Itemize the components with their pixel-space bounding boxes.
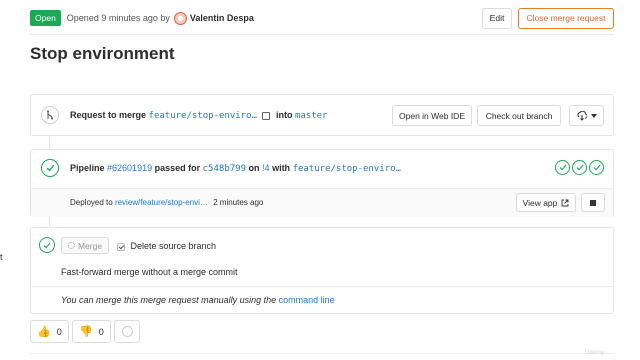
side-text-fragment: t [0,252,3,262]
view-app-label: View app [522,197,558,208]
deployed-to-text: Deployed to [70,198,113,207]
widget-connector [49,136,50,149]
manual-merge-text: You can merge this merge request manuall… [61,295,277,305]
deployment-row: Deployed to review/feature/stop-envi… 2 … [31,188,613,217]
external-link-icon [561,199,569,206]
thumbs-up-count: 0 [56,326,62,337]
pipeline-label: Pipeline [70,163,105,173]
deployment-line: Deployed to review/feature/stop-envi… 2 … [70,198,263,207]
view-app-button[interactable]: View app [516,193,576,212]
manual-merge-line: You can merge this merge request manuall… [61,295,335,305]
thumbs-down-award-button[interactable]: 👎 0 [72,320,111,343]
open-web-ide-button[interactable]: Open in Web IDE [392,105,472,126]
bottom-divider [30,353,614,354]
merge-status-icon [39,237,55,253]
thumbs-down-icon: 👎 [79,326,93,338]
download-icon [576,110,587,121]
commit-link[interactable]: c548b799 [203,164,246,174]
page-title: Stop environment [30,44,175,63]
header-divider [30,34,614,35]
chevron-down-icon [590,113,597,118]
pipeline-panel: Pipeline #62601919 passed for c548b799 o… [30,149,614,217]
merge-request-info-panel: Request to merge feature/stop-enviro… in… [30,94,614,136]
merge-button-label: Merge [77,240,103,251]
edit-button[interactable]: Edit [482,7,512,29]
pipeline-line: Pipeline #62601919 passed for c548b799 o… [70,163,401,174]
mr-header: Open Opened 9 minutes ago by Valentin De… [30,7,614,29]
copy-branch-icon[interactable] [262,111,271,120]
on-text: on [248,163,260,173]
stop-icon [590,199,596,206]
with-text: with [272,163,291,173]
status-badge: Open [30,10,61,26]
download-dropdown-button[interactable] [569,105,604,126]
opened-text: Opened 9 minutes ago by [66,13,170,23]
author-name[interactable]: Valentin Despa [190,13,254,23]
git-merge-icon [41,106,59,124]
stop-environment-button[interactable] [581,193,605,212]
pipeline-status-icon[interactable] [41,159,59,177]
thumbs-down-count: 0 [98,326,104,337]
pipeline-stage-2[interactable] [572,160,587,175]
merge-panel: Merge Delete source branch Fast-forward … [30,227,614,314]
pipeline-stage-1[interactable] [555,160,570,175]
merge-button[interactable]: Merge [61,237,109,254]
watermark: Udemy [585,350,605,356]
pipeline-branch-link[interactable]: feature/stop-enviro… [293,164,401,174]
into-text: into [275,110,293,120]
pipeline-id-link[interactable]: #62601919 [107,163,152,173]
widget-connector [49,217,50,227]
thumbs-up-icon: 👍 [37,326,51,338]
thumbs-up-award-button[interactable]: 👍 0 [30,320,69,343]
passed-for-text: passed for [154,163,201,173]
delete-source-label: Delete source branch [130,241,217,251]
close-merge-request-button[interactable]: Close merge request [518,7,614,29]
add-reaction-button[interactable] [114,320,140,343]
mr-ref-link[interactable]: !4 [262,163,270,173]
delete-source-checkbox[interactable] [117,242,125,251]
smiley-icon [121,326,133,337]
request-to-merge-line: Request to merge feature/stop-enviro… in… [70,110,327,121]
environment-link[interactable]: review/feature/stop-envi… [115,198,208,207]
loading-spinner-icon [67,242,75,249]
fast-forward-text: Fast-forward merge without a merge commi… [61,267,238,277]
checkout-branch-button[interactable]: Check out branch [477,105,561,126]
request-prefix: Request to merge [70,110,147,120]
pipeline-stage-3[interactable] [589,160,604,175]
target-branch[interactable]: master [295,111,328,121]
delete-source-branch-option[interactable]: Delete source branch [117,241,216,251]
deployed-time: 2 minutes ago [213,198,264,207]
command-line-link[interactable]: command line [279,295,335,305]
avatar[interactable] [173,11,187,25]
manual-merge-row: You can merge this merge request manuall… [31,286,613,314]
source-branch[interactable]: feature/stop-enviro… [149,111,257,121]
